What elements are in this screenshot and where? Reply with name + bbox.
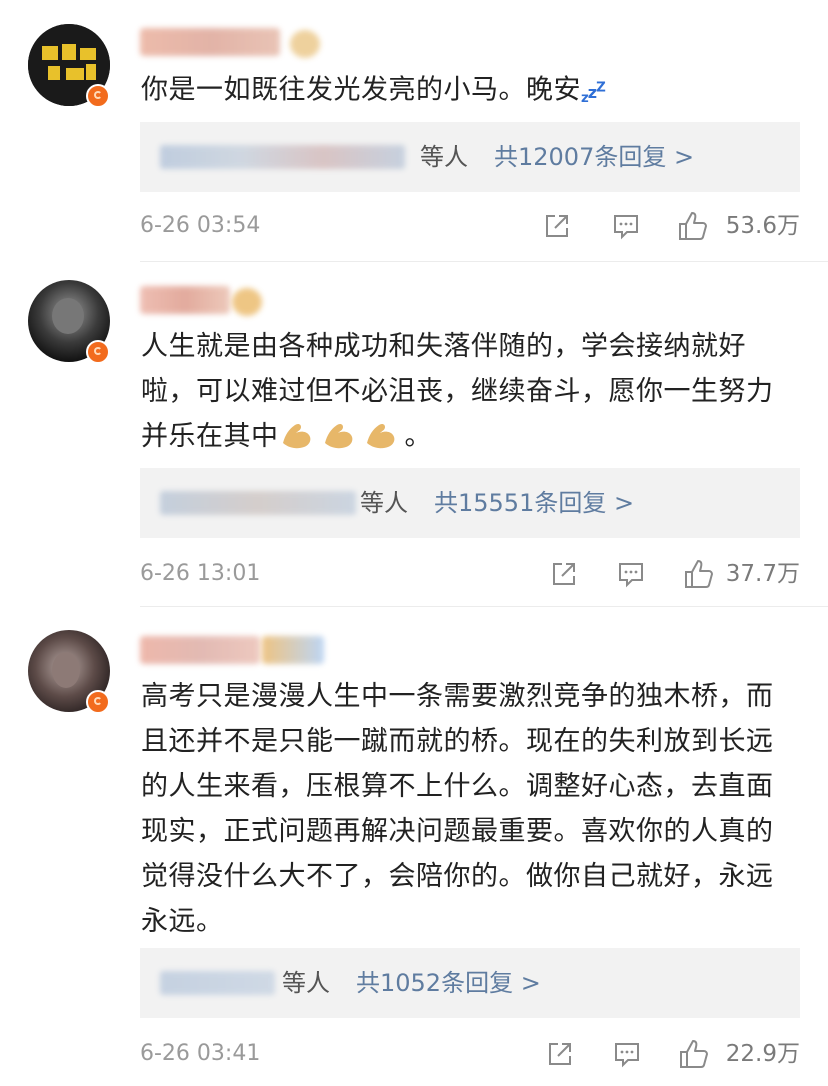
- reply-preview[interactable]: 等人 共15551条回复 >: [140, 468, 800, 538]
- like-count: 22.9万: [725, 1041, 800, 1067]
- user-level-icon: [290, 30, 320, 58]
- comment-text: 高考只是漫漫人生中一条需要激烈竞争的独木桥，而且还并不是只能一蹴而就的桥。现在的…: [141, 681, 774, 937]
- reply-summary: 等人: [360, 489, 408, 517]
- like-icon[interactable]: [683, 558, 715, 590]
- reply-preview[interactable]: 等人 共12007条回复 >: [140, 122, 800, 192]
- reply-preview[interactable]: 等人 共1052条回复 >: [140, 948, 800, 1018]
- comment-icon[interactable]: [613, 1040, 641, 1068]
- like-count: 37.7万: [725, 561, 800, 587]
- reply-summary: 等人: [282, 969, 330, 997]
- view-replies-link[interactable]: 共1052条回复 >: [356, 948, 541, 1018]
- flexed-biceps-icon: [324, 423, 352, 449]
- user-level-icon: [262, 636, 324, 664]
- comment-meta: 6-26 03:54 53.6万: [140, 206, 800, 246]
- username-blurred[interactable]: [140, 636, 260, 664]
- comment-icon[interactable]: [617, 560, 645, 588]
- like-icon[interactable]: [677, 210, 709, 242]
- username-blurred[interactable]: [140, 28, 280, 56]
- share-icon[interactable]: [546, 1040, 574, 1068]
- comment-text: 人生就是由各种成功和失落伴随的，学会接纳就好啦，可以难过但不必沮丧，继续奋斗，愿…: [141, 331, 774, 452]
- comment-time: 6-26 03:54: [140, 213, 261, 238]
- share-icon[interactable]: [550, 560, 578, 588]
- comment-meta: 6-26 13:01 37.7万: [140, 554, 800, 594]
- view-replies-link[interactable]: 共15551条回复 >: [434, 468, 634, 538]
- comment-1: 你是一如既往发光发亮的小马。晚安zzZ 等人 共12007条回复 > 6-26 …: [0, 0, 828, 262]
- verified-badge-icon: [86, 340, 110, 364]
- reply-summary: 等人: [420, 143, 468, 171]
- username-blurred[interactable]: [140, 286, 230, 314]
- comment-meta: 6-26 03:41 22.9万: [140, 1034, 800, 1074]
- user-level-icon: [232, 288, 262, 316]
- reply-users-blurred: [160, 491, 356, 515]
- comment-3: 高考只是漫漫人生中一条需要激烈竞争的独木桥，而且还并不是只能一蹴而就的桥。现在的…: [0, 606, 828, 1086]
- flexed-biceps-icon: [366, 423, 394, 449]
- reply-users-blurred: [160, 971, 275, 995]
- comment-text: 你是一如既往发光发亮的小马。晚安zzZ: [141, 74, 606, 107]
- comment-time: 6-26 03:41: [140, 1041, 261, 1066]
- comment-2: 人生就是由各种成功和失落伴随的，学会接纳就好啦，可以难过但不必沮丧，继续奋斗，愿…: [0, 262, 828, 607]
- share-icon[interactable]: [543, 212, 571, 240]
- view-replies-link[interactable]: 共12007条回复 >: [494, 122, 694, 192]
- flexed-biceps-icon: [282, 423, 310, 449]
- comment-time: 6-26 13:01: [140, 561, 261, 586]
- verified-badge-icon: [86, 84, 110, 108]
- verified-badge-icon: [86, 690, 110, 714]
- reply-users-blurred: [160, 145, 405, 169]
- like-icon[interactable]: [678, 1038, 710, 1070]
- sleep-zzz-icon: zzZ: [581, 81, 606, 107]
- comment-icon[interactable]: [612, 212, 640, 240]
- like-count: 53.6万: [725, 213, 800, 239]
